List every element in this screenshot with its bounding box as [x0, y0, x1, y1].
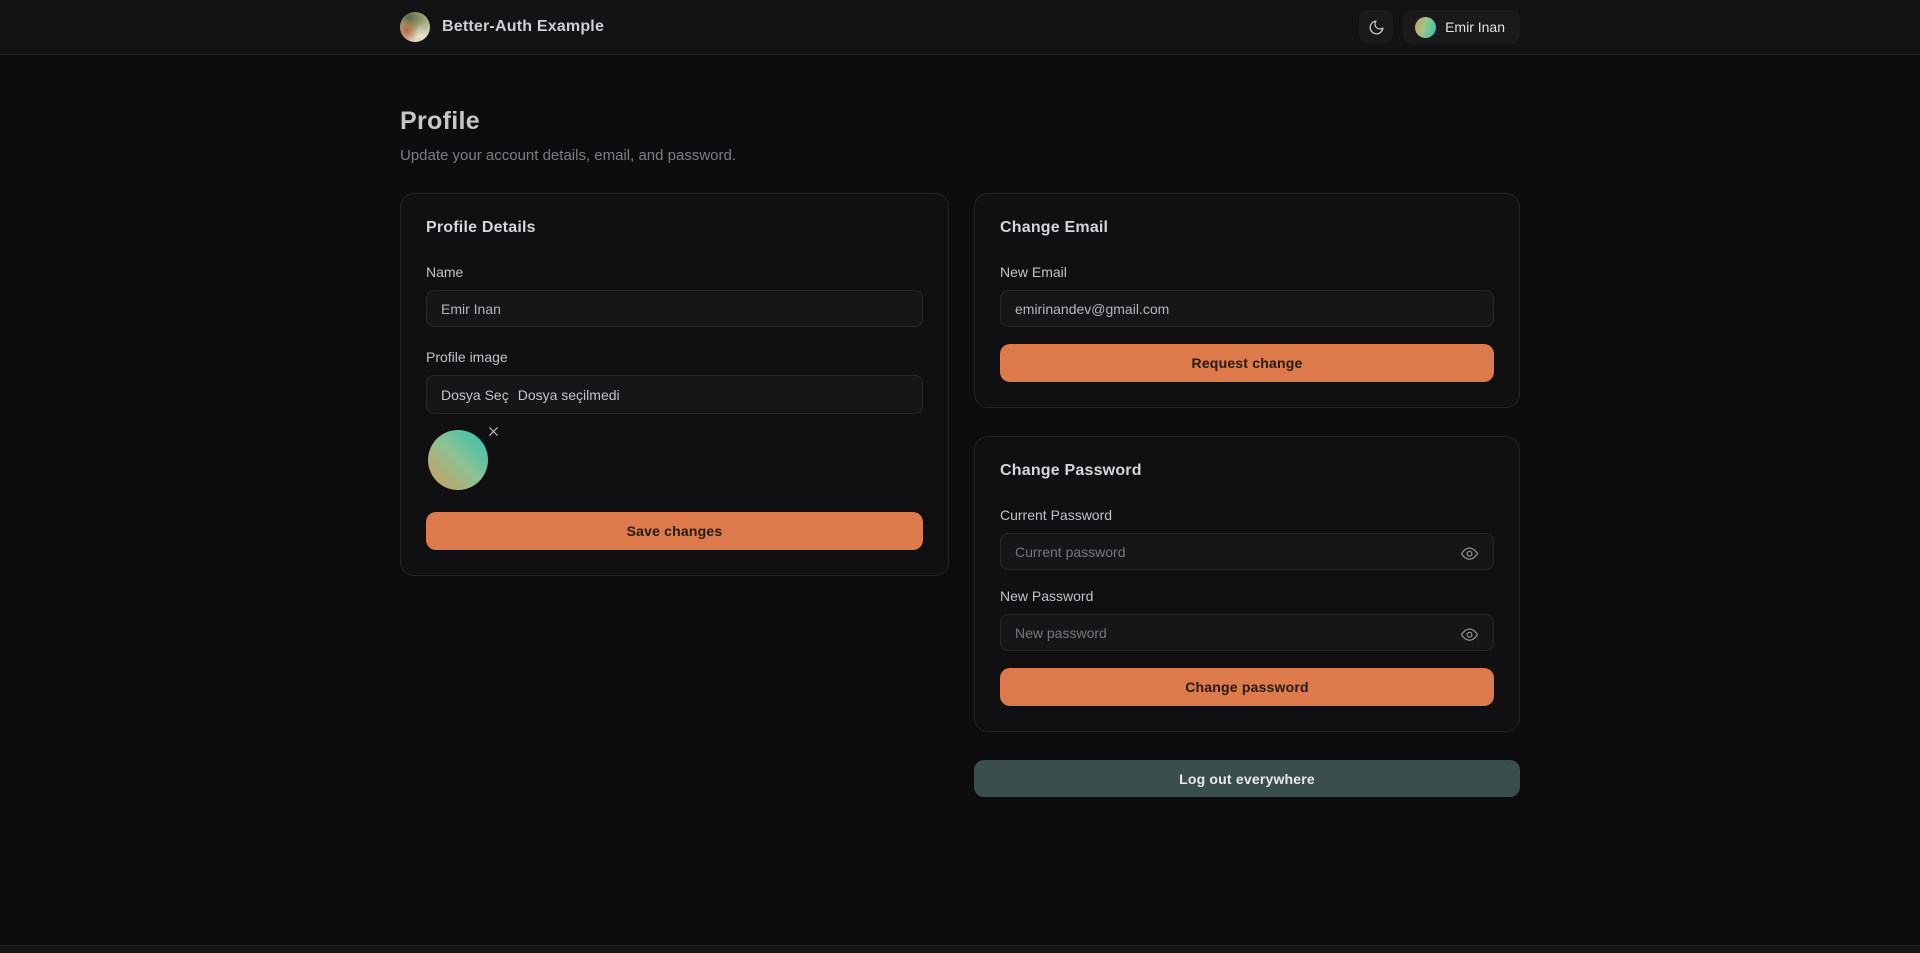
new-password-label: New Password: [1000, 588, 1494, 604]
page-subtitle: Update your account details, email, and …: [400, 147, 1520, 164]
theme-toggle-button[interactable]: [1359, 10, 1393, 44]
remove-image-button[interactable]: [484, 422, 502, 440]
new-email-input[interactable]: [1000, 290, 1494, 327]
toggle-current-password-visibility[interactable]: [1458, 543, 1480, 565]
toggle-new-password-visibility[interactable]: [1458, 624, 1480, 646]
app-title: Better-Auth Example: [442, 18, 604, 36]
cards-grid: Profile Details Name Profile image Dosya…: [400, 193, 1520, 797]
request-change-button[interactable]: Request change: [1000, 344, 1494, 382]
file-select-button-label: Dosya Seç: [441, 387, 509, 403]
user-avatar: [1415, 17, 1436, 38]
current-password-label: Current Password: [1000, 507, 1494, 523]
user-menu-button[interactable]: Emir Inan: [1403, 10, 1520, 44]
new-password-input[interactable]: [1000, 614, 1494, 651]
change-password-title: Change Password: [1000, 462, 1494, 480]
file-status-text: Dosya seçilmedi: [518, 387, 620, 403]
page-title: Profile: [400, 107, 1520, 136]
logout-everywhere-button[interactable]: Log out everywhere: [974, 760, 1520, 797]
app-logo-avatar: [400, 12, 430, 42]
right-column: Change Email New Email Request change Ch…: [974, 193, 1520, 797]
name-input[interactable]: [426, 290, 923, 327]
moon-icon: [1368, 19, 1385, 36]
brand[interactable]: Better-Auth Example: [400, 12, 604, 42]
profile-image-preview: [428, 430, 488, 490]
new-email-label: New Email: [1000, 264, 1494, 280]
profile-image-file-input[interactable]: Dosya Seç Dosya seçilmedi: [426, 375, 923, 414]
eye-icon: [1460, 544, 1479, 563]
profile-image-label: Profile image: [426, 349, 923, 365]
current-password-input[interactable]: [1000, 533, 1494, 570]
name-label: Name: [426, 264, 923, 280]
save-changes-button[interactable]: Save changes: [426, 512, 923, 550]
header-actions: Emir Inan: [1359, 10, 1520, 44]
change-password-card: Change Password Current Password New Pas…: [974, 436, 1520, 732]
main-content: Profile Update your account details, ema…: [400, 55, 1520, 797]
profile-details-card: Profile Details Name Profile image Dosya…: [400, 193, 949, 576]
avatar-preview-wrap: [426, 428, 502, 490]
eye-icon: [1460, 625, 1479, 644]
app-header: Better-Auth Example Emir Inan: [0, 0, 1920, 55]
profile-details-title: Profile Details: [426, 219, 923, 237]
change-email-title: Change Email: [1000, 219, 1494, 237]
change-password-button[interactable]: Change password: [1000, 668, 1494, 706]
current-password-field: [1000, 533, 1494, 570]
user-name: Emir Inan: [1445, 19, 1505, 35]
close-icon: [487, 425, 500, 438]
new-password-field: [1000, 614, 1494, 651]
footer-strip: [0, 945, 1920, 953]
change-email-card: Change Email New Email Request change: [974, 193, 1520, 408]
